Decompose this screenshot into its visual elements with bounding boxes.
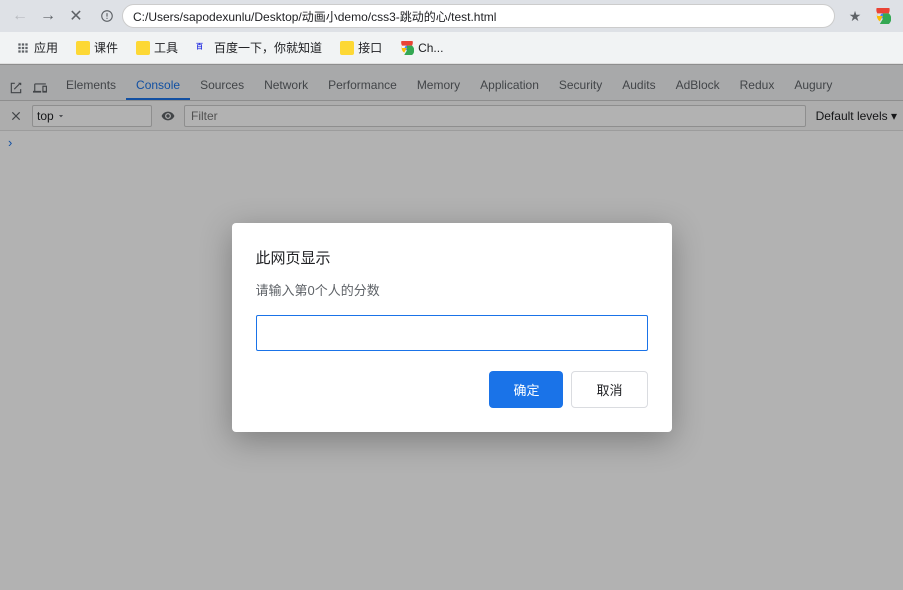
modal-message: 请输入第0个人的分数	[256, 280, 648, 299]
cancel-button[interactable]: 取消	[571, 371, 647, 408]
confirm-button[interactable]: 确定	[489, 371, 563, 408]
bookmark-apps[interactable]: 应用	[8, 37, 66, 58]
bookmark-apps-label: 应用	[34, 39, 58, 56]
ch-icon	[400, 41, 414, 55]
browser-window: ← → ✕ C:/Users/sapodexunlu/Desktop/动画小de…	[0, 0, 903, 590]
toolbar-icons: ★	[843, 4, 895, 28]
svg-text:百: 百	[196, 42, 203, 50]
bookmarks-bar: 应用 课件 工具 百 百度一下，你就知道 接口 Ch...	[0, 32, 903, 64]
nav-buttons: ← → ✕	[8, 4, 88, 28]
chrome-logo-button[interactable]	[871, 4, 895, 28]
security-icon	[100, 9, 114, 23]
bookmark-ch[interactable]: Ch...	[392, 39, 451, 57]
bookmark-star-button[interactable]: ★	[843, 4, 867, 28]
baidu-icon: 百	[196, 41, 210, 55]
modal-title: 此网页显示	[256, 247, 648, 268]
bookmark-api-label: 接口	[358, 39, 382, 56]
title-bar: ← → ✕ C:/Users/sapodexunlu/Desktop/动画小de…	[0, 0, 903, 32]
bookmark-baidu[interactable]: 百 百度一下，你就知道	[188, 37, 330, 58]
forward-button[interactable]: →	[36, 4, 60, 28]
apps-icon	[16, 41, 30, 55]
modal-dialog: 此网页显示 请输入第0个人的分数 确定 取消	[232, 223, 672, 432]
url-text: C:/Users/sapodexunlu/Desktop/动画小demo/css…	[133, 8, 824, 25]
modal-buttons: 确定 取消	[256, 371, 648, 408]
bookmark-api[interactable]: 接口	[332, 37, 390, 58]
folder-icon-1	[76, 41, 90, 55]
content-area: 此网页显示 请输入第0个人的分数 确定 取消	[0, 64, 903, 590]
address-bar[interactable]: C:/Users/sapodexunlu/Desktop/动画小demo/css…	[122, 4, 835, 28]
bookmark-courseware-label: 课件	[94, 39, 118, 56]
folder-icon-3	[340, 41, 354, 55]
modal-overlay: 此网页显示 请输入第0个人的分数 确定 取消	[0, 64, 903, 590]
bookmark-baidu-label: 百度一下，你就知道	[214, 39, 322, 56]
bookmark-courseware[interactable]: 课件	[68, 37, 126, 58]
modal-input[interactable]	[256, 315, 648, 351]
reload-button[interactable]: ✕	[64, 4, 88, 28]
bookmark-ch-label: Ch...	[418, 41, 443, 55]
back-button[interactable]: ←	[8, 4, 32, 28]
folder-icon-2	[136, 41, 150, 55]
bookmark-tools[interactable]: 工具	[128, 37, 186, 58]
bookmark-tools-label: 工具	[154, 39, 178, 56]
